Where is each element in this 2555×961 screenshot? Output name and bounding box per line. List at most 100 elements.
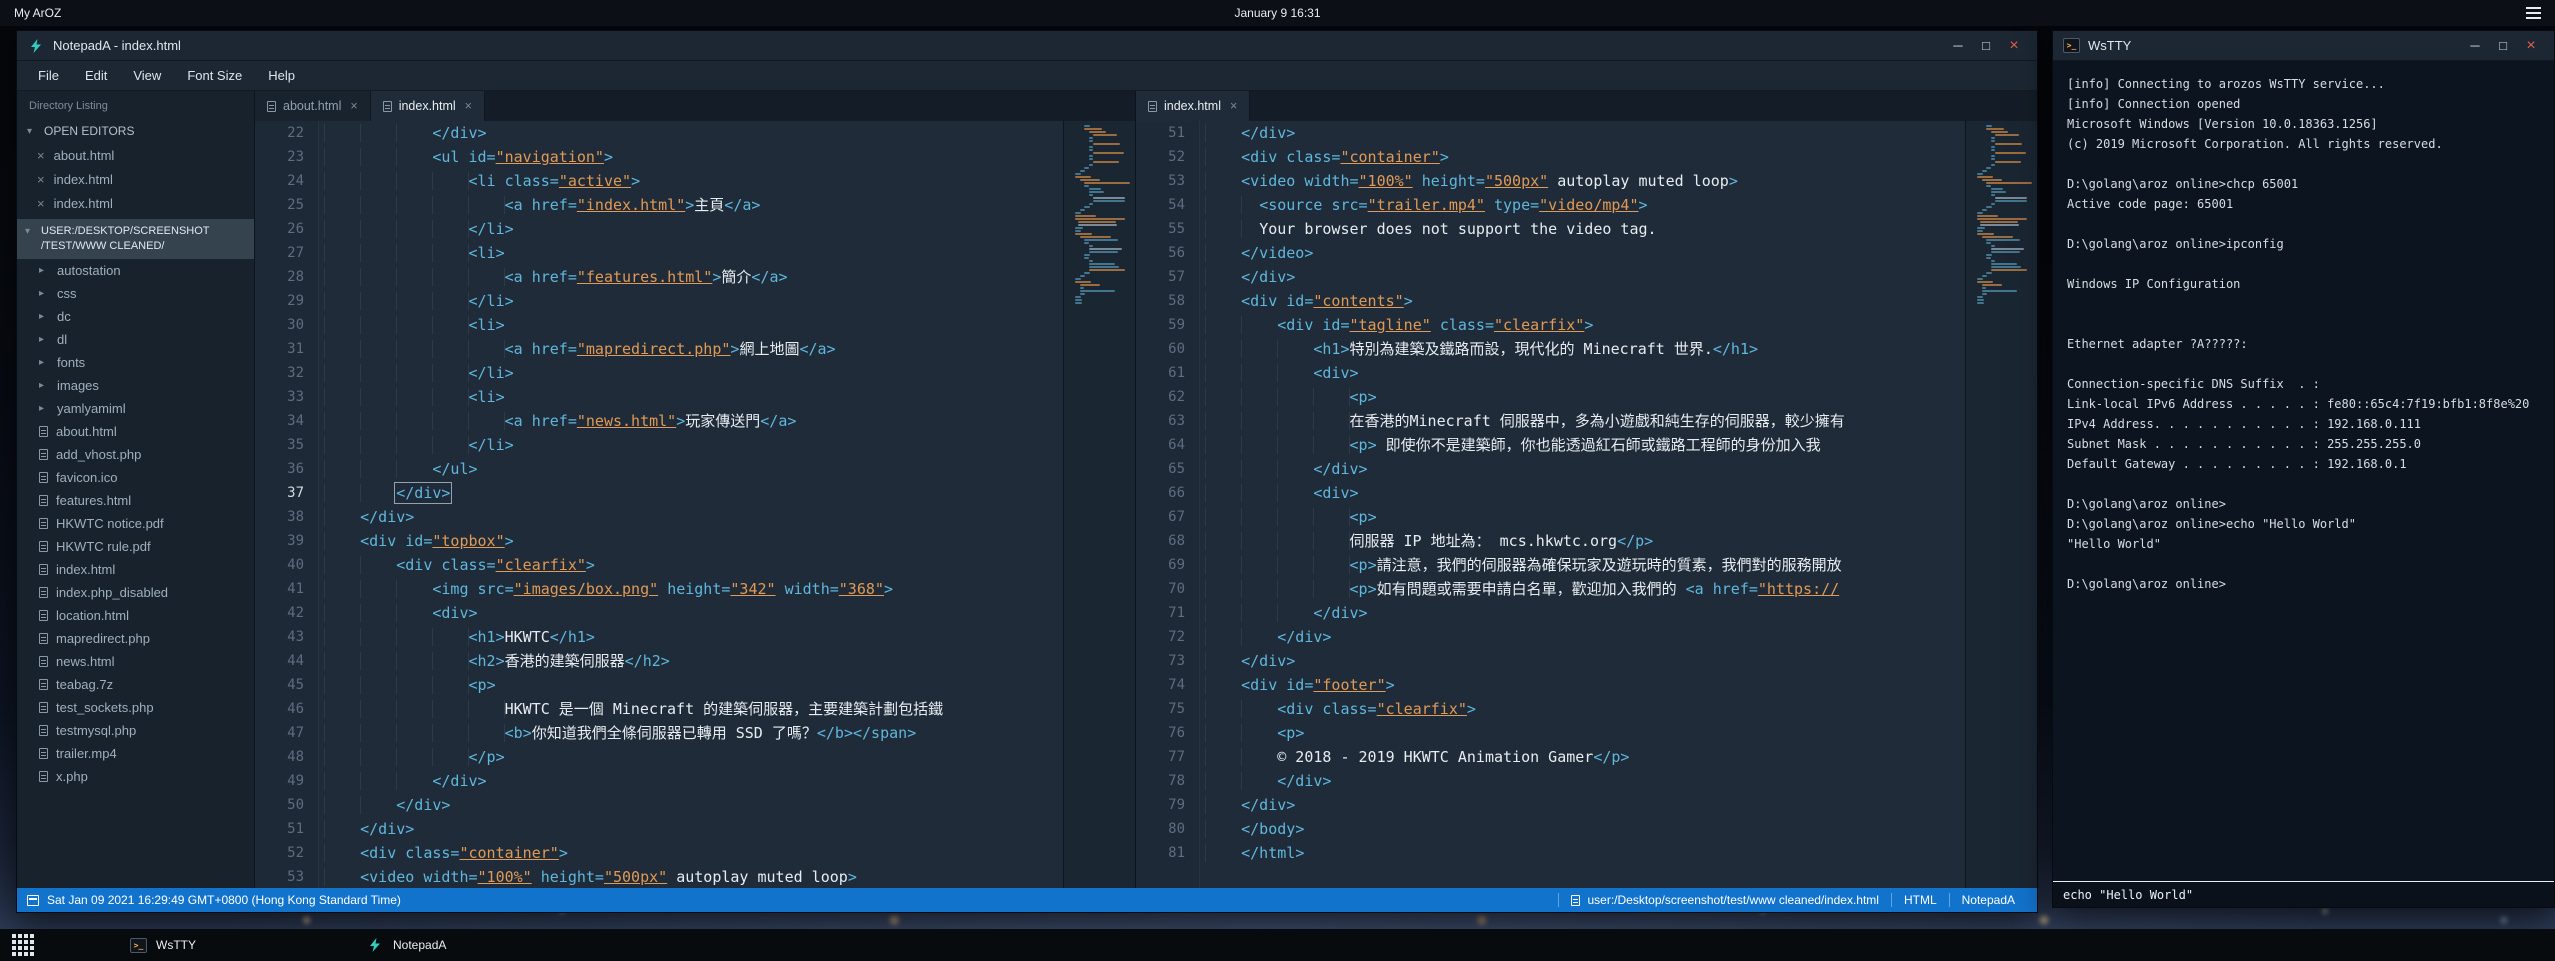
editor-pane-right: index.html× 5152535455565758596061626364… <box>1135 91 2037 888</box>
line-number: 39 <box>255 529 304 553</box>
menu-file[interactable]: File <box>25 68 72 83</box>
minimap-line <box>1986 239 2020 241</box>
terminal-output[interactable]: [info] Connecting to arozos WsTTY servic… <box>2053 61 2554 881</box>
code-line: <h2>香港的建築伺服器</h2> <box>324 649 1063 673</box>
code-line: <div> <box>1205 361 1965 385</box>
minimap-line <box>1075 302 1081 304</box>
line-number: 45 <box>255 673 304 697</box>
file-item-x.php[interactable]: x.php <box>17 765 254 788</box>
close-editor-icon[interactable]: × <box>37 196 45 211</box>
folder-item-fonts[interactable]: ▸fonts <box>17 351 254 374</box>
folder-item-images[interactable]: ▸images <box>17 374 254 397</box>
close-editor-icon[interactable]: × <box>37 172 45 187</box>
folder-item-autostation[interactable]: ▸autostation <box>17 259 254 282</box>
close-editor-icon[interactable]: × <box>37 148 45 163</box>
file-item-HKWTC notice.pdf[interactable]: HKWTC notice.pdf <box>17 512 254 535</box>
menu-font-size[interactable]: Font Size <box>174 68 255 83</box>
editor-tab-index.html[interactable]: index.html× <box>1136 91 1250 121</box>
file-item-features.html[interactable]: features.html <box>17 489 254 512</box>
minimap[interactable] <box>1063 121 1135 888</box>
taskbar-item-wstty[interactable]: >_ WsTTY <box>120 929 206 961</box>
close-icon[interactable]: × <box>2001 35 2027 57</box>
editor-tab-about.html[interactable]: about.html× <box>255 91 371 121</box>
file-item-trailer.mp4[interactable]: trailer.mp4 <box>17 742 254 765</box>
file-item-index.html[interactable]: index.html <box>17 558 254 581</box>
maximize-icon[interactable]: □ <box>2490 35 2516 57</box>
folder-item-dl[interactable]: ▸dl <box>17 328 254 351</box>
file-item-favicon.ico[interactable]: favicon.ico <box>17 466 254 489</box>
line-number: 31 <box>255 337 304 361</box>
menu-view[interactable]: View <box>120 68 174 83</box>
minimap-line <box>1982 290 2017 292</box>
notepad-titlebar[interactable]: NotepadA - index.html ─ □ × <box>17 31 2037 61</box>
terminal-line: D:\golang\aroz online>chcp 65001 <box>2067 174 2540 194</box>
taskbar-item-label: WsTTY <box>156 938 196 952</box>
code-editor-area[interactable]: </div> <ul id="navigation"> <li class="a… <box>319 121 1063 888</box>
minimap-line <box>1986 125 1991 127</box>
code-line: <li> <box>324 313 1063 337</box>
folder-item-dc[interactable]: ▸dc <box>17 305 254 328</box>
editor-tab-index.html[interactable]: index.html× <box>371 91 485 121</box>
line-number: 30 <box>255 313 304 337</box>
notepad-menubar: FileEditViewFont SizeHelp <box>17 61 2037 91</box>
minimap[interactable] <box>1965 121 2037 888</box>
line-number-gutter[interactable]: 2223242526272829303132333435363738394041… <box>255 121 319 888</box>
minimize-icon[interactable]: ─ <box>1945 35 1971 57</box>
code-line: <b>你知道我們全條伺服器已轉用 SSD 了嗎？</b></span> <box>324 721 1063 745</box>
minimap-line <box>1093 152 1124 154</box>
hamburger-menu-icon[interactable] <box>2526 7 2541 19</box>
code-line: <h1>特別為建築及鐵路而設，現代化的 Minecraft 世界.</h1> <box>1205 337 1965 361</box>
terminal-line: "Hello World" <box>2067 534 2540 554</box>
file-item-location.html[interactable]: location.html <box>17 604 254 627</box>
workspace-folder-header[interactable]: ▾ USER:/DESKTOP/SCREENSHOT /TEST/WWW CLE… <box>17 219 254 259</box>
line-number: 61 <box>1136 361 1185 385</box>
terminal-input[interactable] <box>2063 888 2544 902</box>
line-number: 52 <box>255 841 304 865</box>
folder-item-css[interactable]: ▸css <box>17 282 254 305</box>
menu-edit[interactable]: Edit <box>72 68 120 83</box>
line-number: 74 <box>1136 673 1185 697</box>
minimap-line <box>1093 197 1125 199</box>
minimap-line <box>1982 275 1987 277</box>
taskbar-item-notepada[interactable]: NotepadA <box>356 929 456 961</box>
file-item-about.html[interactable]: about.html <box>17 420 254 443</box>
workspace-path-line1: USER:/DESKTOP/SCREENSHOT <box>41 225 210 237</box>
open-editor-item[interactable]: ×index.html <box>17 167 254 191</box>
line-number: 70 <box>1136 577 1185 601</box>
file-item-mapredirect.php[interactable]: mapredirect.php <box>17 627 254 650</box>
minimap-line <box>1089 158 1093 160</box>
file-item-news.html[interactable]: news.html <box>17 650 254 673</box>
file-item-add_vhost.php[interactable]: add_vhost.php <box>17 443 254 466</box>
minimap-line <box>1977 281 1992 283</box>
close-tab-icon[interactable]: × <box>1230 99 1237 113</box>
open-editor-item[interactable]: ×about.html <box>17 143 254 167</box>
minimap-line <box>1982 170 1987 172</box>
wstty-titlebar[interactable]: >_ WsTTY ─ □ × <box>2053 31 2554 61</box>
file-item-index.php_disabled[interactable]: index.php_disabled <box>17 581 254 604</box>
close-icon[interactable]: × <box>2518 35 2544 57</box>
file-item-test_sockets.php[interactable]: test_sockets.php <box>17 696 254 719</box>
statusbar-filetype: HTML <box>1891 893 1949 907</box>
app-launcher-icon[interactable] <box>12 934 34 956</box>
line-number: 53 <box>1136 169 1185 193</box>
minimap-line <box>1977 218 2027 220</box>
file-item-teabag.7z[interactable]: teabag.7z <box>17 673 254 696</box>
minimap-line <box>1089 245 1093 247</box>
minimize-icon[interactable]: ─ <box>2462 35 2488 57</box>
open-editors-section[interactable]: ▾ OPEN EDITORS <box>17 119 254 143</box>
terminal-line: D:\golang\aroz online>echo "Hello World" <box>2067 514 2540 534</box>
minimap-line <box>1089 131 1106 133</box>
minimap-line <box>1991 263 2017 265</box>
folder-item-yamlyamiml[interactable]: ▸yamlyamiml <box>17 397 254 420</box>
maximize-icon[interactable]: □ <box>1973 35 1999 57</box>
open-editor-item[interactable]: ×index.html <box>17 191 254 215</box>
close-tab-icon[interactable]: × <box>350 99 357 113</box>
minimap-line <box>1075 227 1082 229</box>
file-item-testmysql.php[interactable]: testmysql.php <box>17 719 254 742</box>
file-item-HKWTC rule.pdf[interactable]: HKWTC rule.pdf <box>17 535 254 558</box>
terminal-line: Microsoft Windows [Version 10.0.18363.12… <box>2067 114 2540 134</box>
close-tab-icon[interactable]: × <box>465 99 472 113</box>
menu-help[interactable]: Help <box>255 68 308 83</box>
line-number-gutter[interactable]: 5152535455565758596061626364656667686970… <box>1136 121 1200 888</box>
code-editor-area[interactable]: </div> <div class="container"> <video wi… <box>1200 121 1965 888</box>
